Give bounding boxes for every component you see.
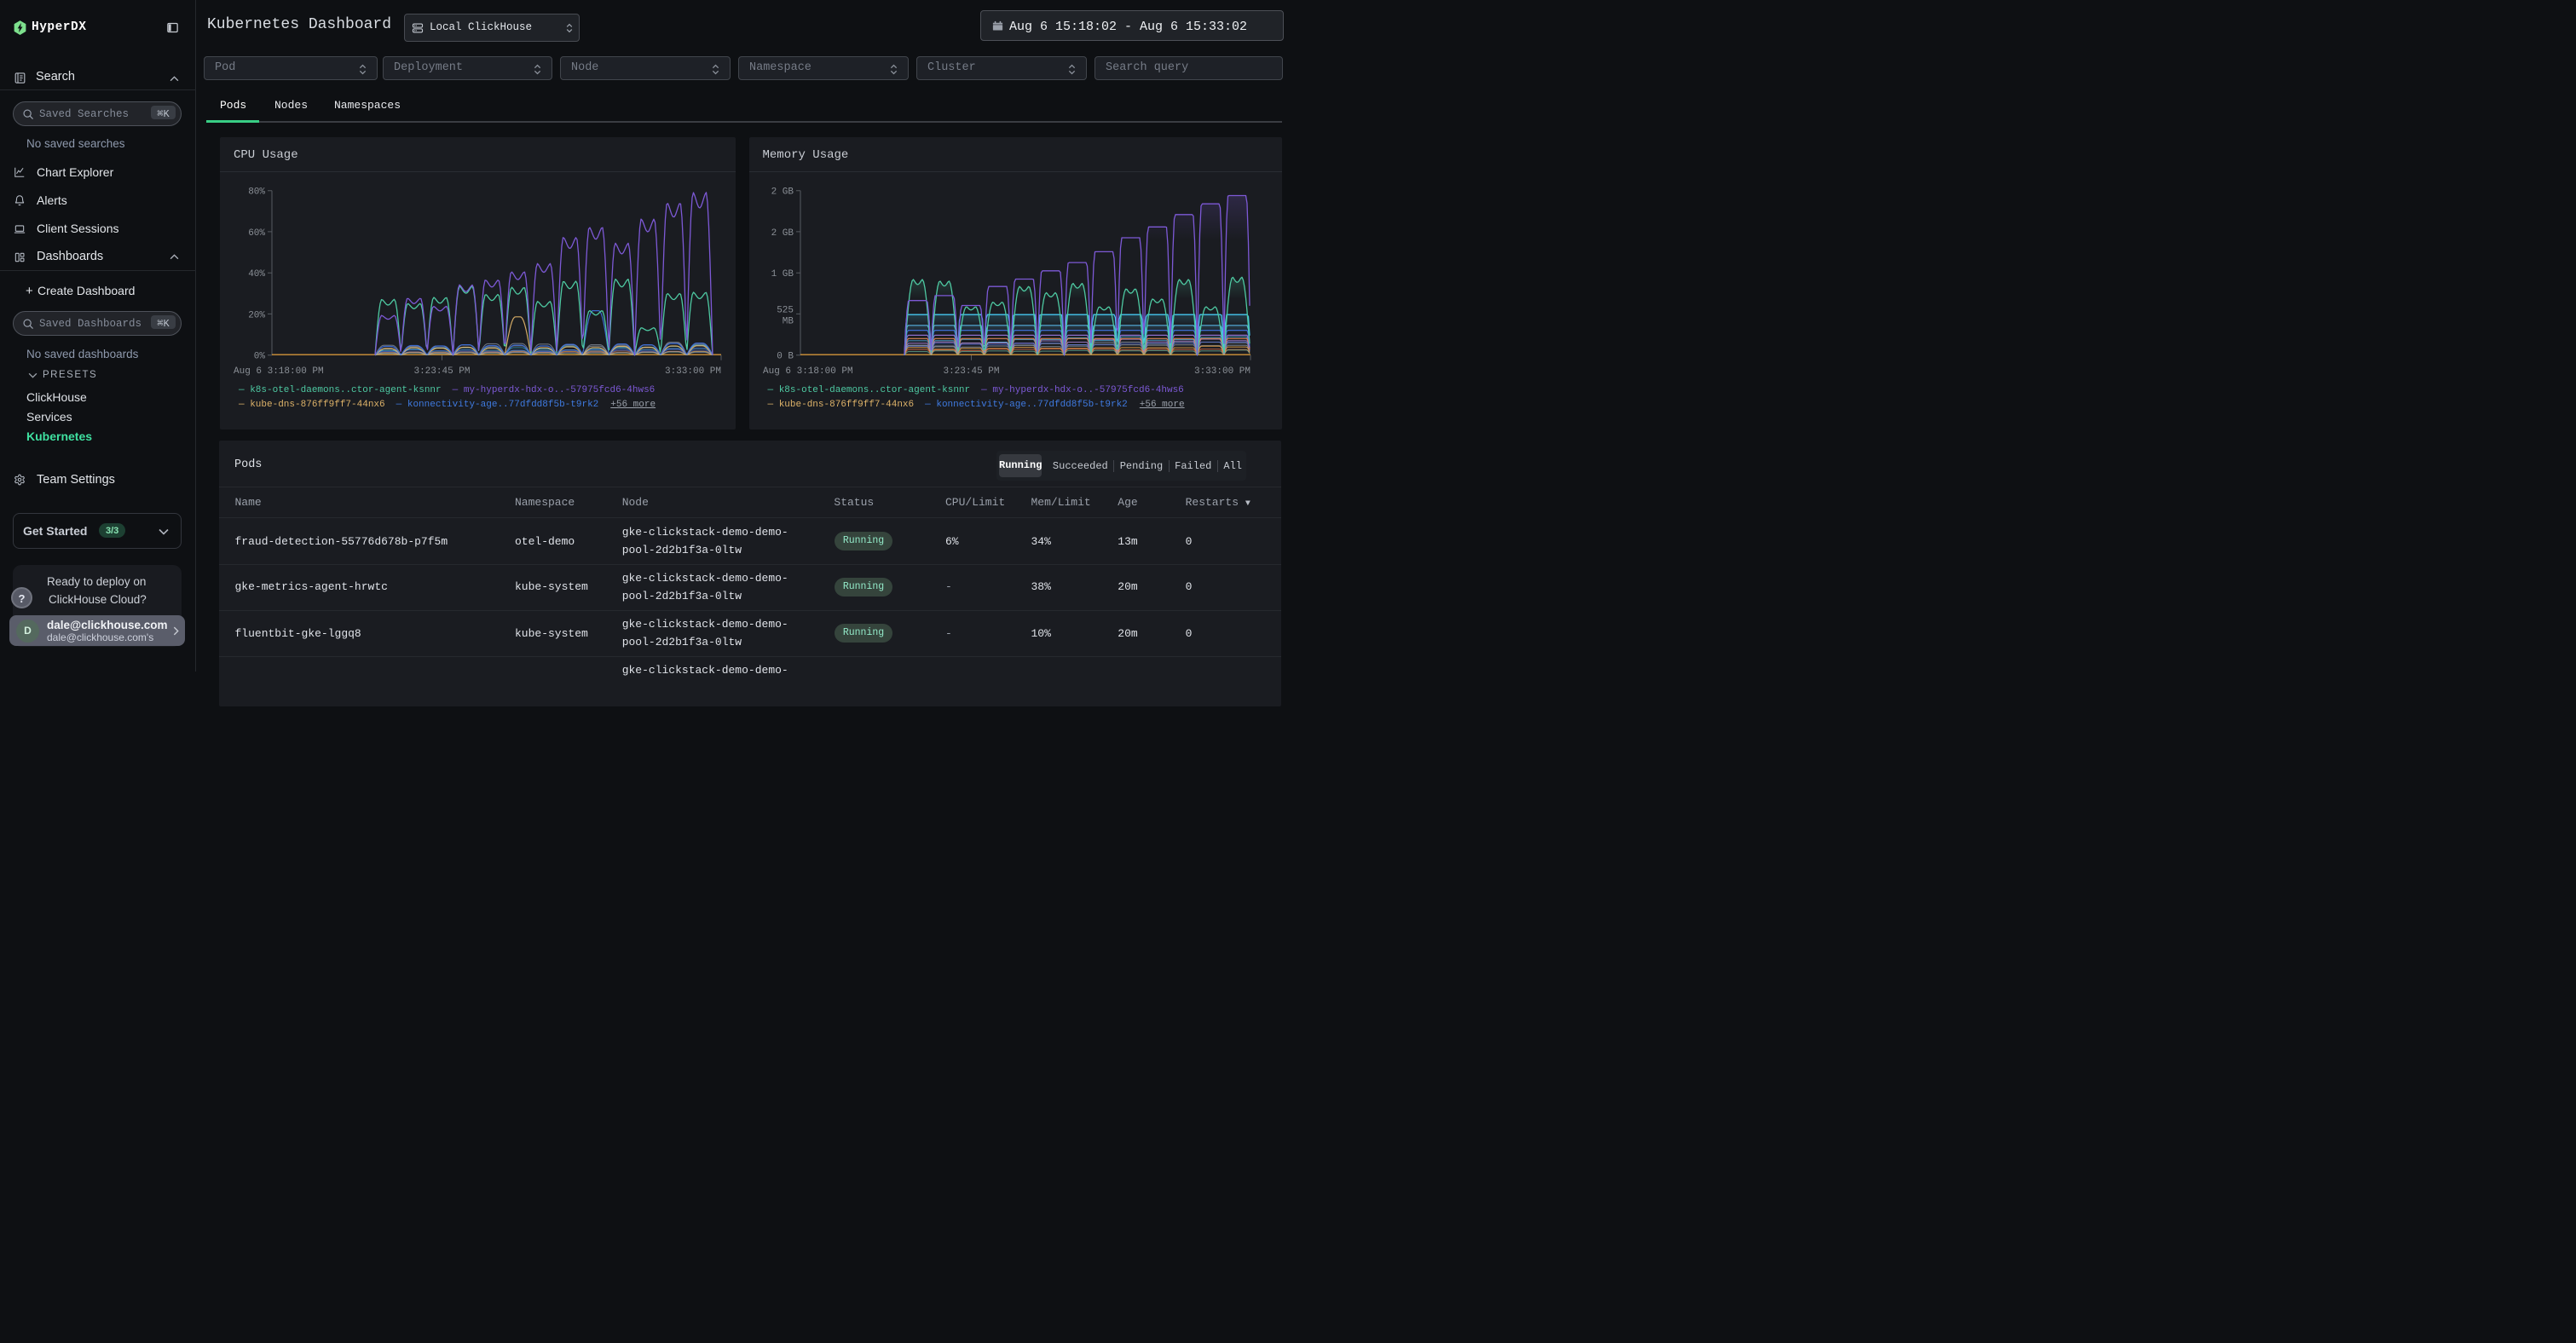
- svg-text:525: 525: [777, 305, 794, 315]
- svg-text:2 GB: 2 GB: [771, 187, 794, 198]
- svg-text:2 GB: 2 GB: [771, 228, 794, 239]
- svg-text:Aug 6 3:18:00 PM: Aug 6 3:18:00 PM: [763, 366, 853, 377]
- svg-text:3:23:45 PM: 3:23:45 PM: [943, 366, 999, 377]
- svg-text:3:33:00 PM: 3:33:00 PM: [665, 366, 721, 377]
- svg-text:60%: 60%: [248, 228, 265, 239]
- svg-text:0%: 0%: [254, 352, 266, 362]
- svg-text:3:33:00 PM: 3:33:00 PM: [1193, 366, 1250, 377]
- svg-text:1 GB: 1 GB: [771, 269, 794, 280]
- svg-text:80%: 80%: [248, 187, 265, 198]
- svg-text:MB: MB: [782, 316, 794, 326]
- svg-text:3:23:45 PM: 3:23:45 PM: [413, 366, 470, 377]
- svg-text:Aug 6 3:18:00 PM: Aug 6 3:18:00 PM: [234, 366, 324, 377]
- svg-text:20%: 20%: [248, 310, 265, 320]
- svg-text:0 B: 0 B: [777, 352, 794, 362]
- svg-text:40%: 40%: [248, 269, 265, 280]
